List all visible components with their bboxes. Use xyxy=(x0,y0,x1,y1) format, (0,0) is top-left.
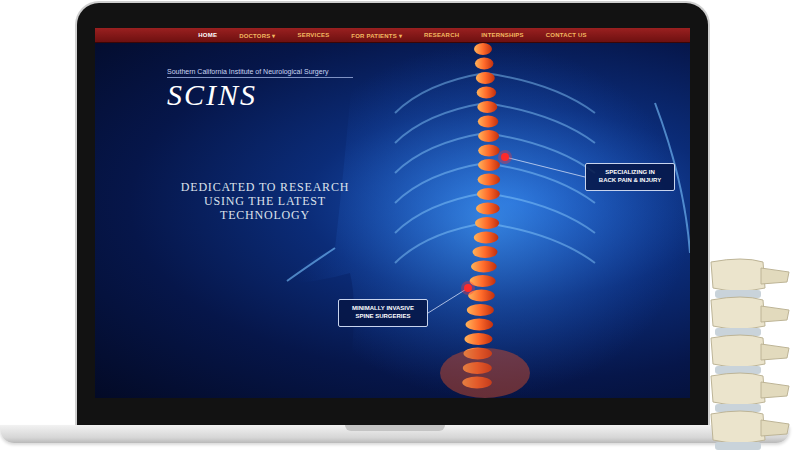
nav-item[interactable]: FOR PATIENTS ▾ xyxy=(351,32,402,39)
callout: MINIMALLY INVASIVESPINE SURGERIES xyxy=(338,299,428,327)
logo-mark: SCINS xyxy=(167,78,353,111)
logo-subtitle: Southern California Institute of Neurolo… xyxy=(167,68,353,78)
page: HOME DOCTORS ▾ SERVICES FOR PATIENTS ▾ RESEA… xyxy=(0,0,800,450)
callout-line: SPINE SURGERIES xyxy=(355,313,410,321)
nav-item[interactable]: SERVICES xyxy=(298,32,330,38)
callout: SPECIALIZING INBACK PAIN & INJURY xyxy=(585,163,675,191)
logo[interactable]: Southern California Institute of Neurolo… xyxy=(167,68,353,111)
laptop-notch xyxy=(345,425,445,431)
headline-line: DEDICATED TO RESEARCH xyxy=(181,181,349,195)
callout-line: BACK PAIN & INJURY xyxy=(599,177,661,185)
vertebrae-icon xyxy=(703,256,795,450)
nav-bar: HOME DOCTORS ▾ SERVICES FOR PATIENTS ▾ RESEA… xyxy=(95,28,690,43)
nav-item[interactable]: INTERNSHIPS xyxy=(481,32,524,38)
laptop: HOME DOCTORS ▾ SERVICES FOR PATIENTS ▾ RESEA… xyxy=(75,1,710,425)
headline-line: USING THE LATEST xyxy=(204,195,326,209)
callout-line: SPECIALIZING IN xyxy=(605,169,655,177)
laptop-base xyxy=(0,425,790,443)
nav-item[interactable]: CONTACT US xyxy=(546,32,587,38)
website-screen: HOME DOCTORS ▾ SERVICES FOR PATIENTS ▾ RESEA… xyxy=(95,28,690,398)
headline-line: TECHNOLOGY xyxy=(220,209,310,223)
nav-item[interactable]: HOME xyxy=(198,32,217,38)
callout-line: MINIMALLY INVASIVE xyxy=(352,305,414,313)
hero: Southern California Institute of Neurolo… xyxy=(95,43,690,398)
hero-headline: DEDICATED TO RESEARCHUSING THE LATESTTEC… xyxy=(173,181,357,222)
nav-item[interactable]: DOCTORS ▾ xyxy=(239,32,275,39)
nav-item[interactable]: RESEARCH xyxy=(424,32,459,38)
